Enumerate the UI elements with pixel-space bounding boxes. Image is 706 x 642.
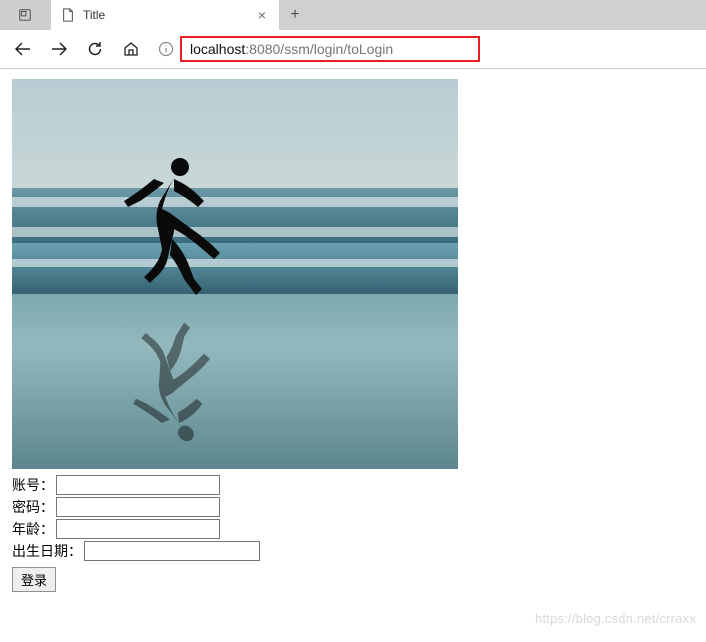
account-input[interactable] [56, 475, 220, 495]
watermark-text: https://blog.csdn.net/crraxx [535, 611, 696, 626]
refresh-button[interactable] [80, 34, 110, 64]
url-highlight-box: localhost:8080/ssm/login/toLogin [180, 36, 480, 62]
browser-chrome: Title × + localhost:8080/ssm/login/toLog… [0, 0, 706, 69]
browser-tab[interactable]: Title × [50, 0, 280, 30]
account-row: 账号： [12, 475, 694, 495]
page-icon [61, 8, 75, 22]
forward-button[interactable] [44, 34, 74, 64]
url-text: localhost:8080/ssm/login/toLogin [190, 41, 393, 57]
password-row: 密码： [12, 497, 694, 517]
close-icon[interactable]: × [255, 8, 269, 22]
password-input[interactable] [56, 497, 220, 517]
password-label: 密码： [12, 497, 54, 517]
site-info-icon[interactable] [158, 41, 174, 57]
new-tab-button[interactable]: + [280, 0, 310, 30]
home-button[interactable] [116, 34, 146, 64]
url-path: :8080/ssm/login/toLogin [245, 41, 393, 57]
tab-bar: Title × + [0, 0, 706, 30]
login-form: 账号： 密码： 年龄： 出生日期： 登录 [12, 475, 694, 592]
login-button[interactable]: 登录 [12, 567, 56, 592]
runner-figure [112, 149, 232, 299]
page-content: 账号： 密码： 年龄： 出生日期： 登录 [0, 69, 706, 602]
runner-reflection [93, 319, 251, 449]
birth-label: 出生日期： [12, 541, 82, 561]
url-host: localhost [190, 41, 245, 57]
address-bar[interactable]: localhost:8080/ssm/login/toLogin [152, 34, 698, 64]
age-input[interactable] [56, 519, 220, 539]
tab-strip-leading-icon [0, 0, 50, 30]
birth-row: 出生日期： [12, 541, 694, 561]
birth-input[interactable] [84, 541, 260, 561]
age-label: 年龄： [12, 519, 54, 539]
back-button[interactable] [8, 34, 38, 64]
age-row: 年龄： [12, 519, 694, 539]
account-label: 账号： [12, 475, 54, 495]
hero-image [12, 79, 458, 469]
nav-bar: localhost:8080/ssm/login/toLogin [0, 30, 706, 68]
tab-title: Title [83, 8, 247, 22]
